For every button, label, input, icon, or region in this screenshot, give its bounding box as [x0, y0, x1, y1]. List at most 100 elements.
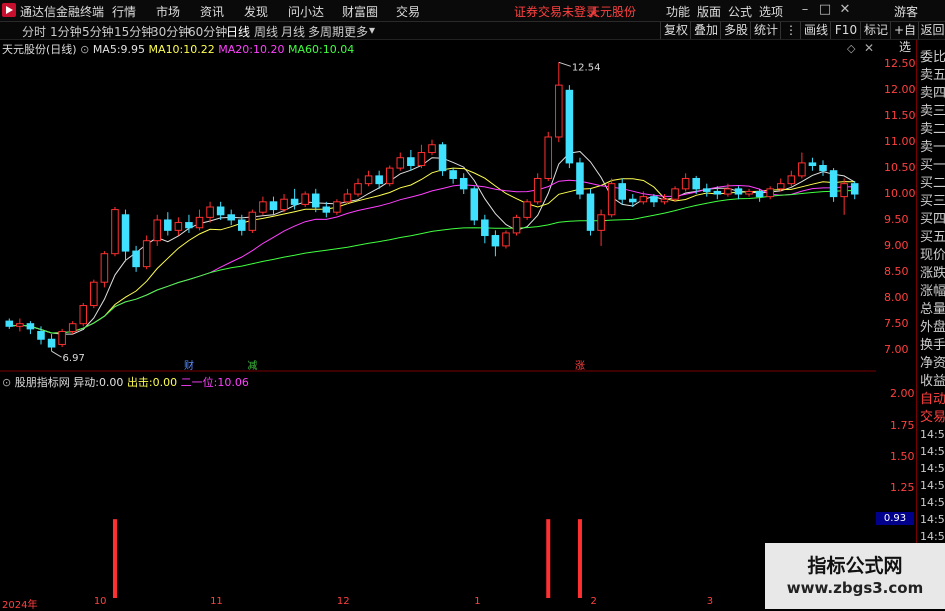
more-dots-icon[interactable]: ⋮ — [780, 22, 801, 39]
settings-icon[interactable]: ⊙ — [80, 43, 89, 56]
candle — [259, 196, 267, 215]
ma20-label: MA20: — [218, 43, 253, 56]
user-label[interactable]: 游客 — [894, 3, 918, 20]
period-multi[interactable]: 多周期 — [308, 23, 344, 40]
period-monthly[interactable]: 月线 — [281, 23, 305, 40]
settings-icon[interactable]: ⊙ — [2, 376, 11, 389]
overlay-button[interactable]: 叠加 — [690, 22, 721, 39]
multi-stock-button[interactable]: 多股 — [720, 22, 751, 39]
quote-field-label: 卖四 — [920, 86, 945, 101]
menu-options[interactable]: 选项 — [759, 3, 783, 20]
add-watchlist-button[interactable]: +自选 — [890, 22, 919, 54]
price-axis: 12.50 12.00 11.50 11.00 10.50 10.00 9.50 9.00 8.… — [876, 40, 916, 372]
back-button[interactable]: 返回 — [918, 22, 945, 39]
candle — [798, 152, 806, 179]
candle — [385, 165, 394, 187]
candle — [523, 199, 531, 220]
quote-field-label: 总量 — [920, 302, 945, 317]
trade-time: 14:55 — [920, 445, 945, 458]
price-tick: 12.50 — [884, 57, 916, 71]
trade-time: 14:56 — [920, 530, 945, 543]
indicator-tick: 2.00 — [890, 387, 915, 401]
quote-field-label: 委比 — [920, 50, 945, 65]
candle — [618, 178, 626, 205]
candle — [576, 157, 584, 200]
chevron-down-icon[interactable]: ▾ — [369, 23, 375, 37]
main-legend: 天元股份(日线) ⊙ MA5:9.95 MA10:10.22 MA20:10.2… — [2, 41, 354, 57]
diamond-icon[interactable]: ◇ — [847, 42, 855, 55]
period-60min[interactable]: 60分钟 — [188, 23, 227, 40]
candle — [153, 214, 162, 246]
period-1min[interactable]: 1分钟 — [50, 23, 82, 40]
candle — [100, 251, 109, 288]
quote-field-label: 涨幅 — [920, 284, 945, 299]
menu-ask[interactable]: 问小达 — [288, 3, 324, 20]
minimize-icon[interactable]: – — [797, 2, 813, 18]
event-marker[interactable]: 财 — [184, 359, 194, 372]
menu-function[interactable]: 功能 — [666, 3, 690, 20]
low-price-label: 6.97 — [63, 353, 85, 364]
candle — [407, 149, 415, 171]
candle — [819, 160, 827, 176]
candle — [502, 230, 510, 249]
date-tick: 1 — [474, 596, 481, 607]
indicator-bar — [112, 519, 117, 598]
candle — [111, 207, 119, 257]
menu-layout[interactable]: 版面 — [697, 3, 721, 20]
statistics-button[interactable]: 统计 — [750, 22, 781, 39]
candlestick-chart[interactable]: 12.54 6.97 财 减 涨 — [0, 40, 876, 372]
candle — [555, 62, 563, 143]
mark-button[interactable]: 标记 — [860, 22, 891, 39]
draw-line-button[interactable]: 画线 — [800, 22, 831, 39]
quote-field-label: 现价 — [920, 248, 945, 263]
period-weekly[interactable]: 周线 — [254, 23, 278, 40]
period-intraday[interactable]: 分时 — [22, 23, 46, 40]
period-daily[interactable]: 日线 — [226, 23, 250, 40]
ma10-label: MA10: — [148, 43, 184, 56]
menu-trade[interactable]: 交易 — [396, 3, 420, 20]
period-more[interactable]: 更多 — [344, 23, 368, 40]
price-tick: 8.50 — [884, 264, 909, 278]
menu-market-quotes[interactable]: 行情 — [112, 3, 136, 20]
candle — [428, 139, 436, 156]
price-tick: 10.50 — [884, 161, 916, 175]
menu-wealth[interactable]: 财富圈 — [342, 3, 378, 20]
candle — [470, 186, 479, 226]
adjust-button[interactable]: 复权 — [660, 22, 691, 39]
menu-market[interactable]: 市场 — [156, 3, 180, 20]
period-30min[interactable]: 30分钟 — [151, 23, 190, 40]
app-title: 通达信金融终端 — [20, 5, 105, 19]
ma5-value: 9.95 — [120, 43, 146, 56]
quote-field-label: 卖三 — [920, 104, 945, 119]
indicator-chart[interactable] — [0, 372, 876, 598]
trade-time: 14:55 — [920, 428, 945, 441]
candle — [787, 170, 796, 187]
login-warning[interactable]: 证券交易未登录 — [514, 3, 598, 20]
current-value-badge: 0.93 — [876, 512, 914, 525]
menu-discover[interactable]: 发现 — [244, 3, 268, 20]
period-5min[interactable]: 5分钟 — [82, 23, 114, 40]
indicator-name: 股朋指标网 — [14, 376, 70, 389]
menu-formula[interactable]: 公式 — [728, 3, 752, 20]
period-15min[interactable]: 15分钟 — [114, 23, 153, 40]
candle — [850, 181, 859, 200]
candle — [586, 188, 595, 236]
trade-time: 14:55 — [920, 462, 945, 475]
candle — [79, 302, 88, 327]
f10-button[interactable]: F10 — [830, 22, 861, 39]
ma60-label: MA60: — [287, 43, 323, 56]
menu-news[interactable]: 资讯 — [200, 3, 224, 20]
high-price-label: 12.54 — [572, 62, 601, 73]
candle — [396, 152, 405, 171]
event-marker[interactable]: 涨 — [575, 360, 585, 372]
ma20-value: 10.20 — [252, 43, 285, 56]
close-icon[interactable]: ✕ — [837, 2, 853, 18]
low-pointer — [51, 350, 62, 358]
price-tick: 7.50 — [884, 316, 909, 330]
event-marker[interactable]: 减 — [247, 360, 257, 372]
price-tick: 10.00 — [884, 187, 916, 201]
quote-field-label: 卖五 — [920, 68, 945, 83]
close-pane-icon[interactable]: ✕ — [864, 41, 874, 55]
maximize-icon[interactable]: □ — [817, 2, 833, 18]
quote-field-label: 卖二 — [920, 122, 945, 137]
